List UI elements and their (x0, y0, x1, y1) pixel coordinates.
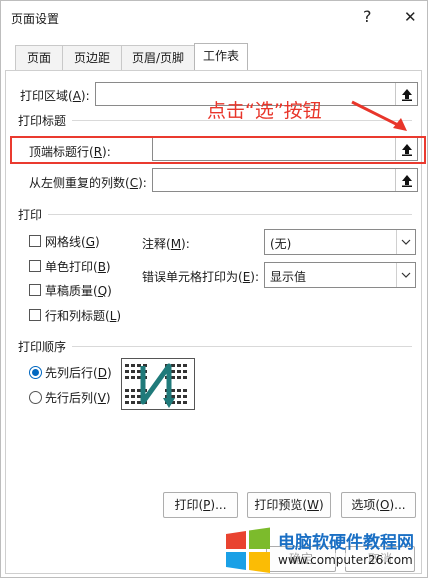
collapse-arrow-icon (401, 174, 412, 187)
help-button[interactable]: ? (363, 7, 372, 27)
row-col-headings-label: 行和列标题(L) (45, 309, 122, 323)
highlight-box (10, 136, 426, 164)
title-bar: 页面设置 ? ✕ (1, 1, 427, 35)
print-heading: 打印 (18, 208, 43, 222)
tab-header-footer[interactable]: 页眉/页脚 (121, 45, 195, 70)
over-then-down-radio[interactable] (29, 391, 42, 404)
over-then-down-label: 先行后列(V) (45, 391, 111, 405)
comments-select-value: (无) (270, 237, 292, 251)
down-then-over-radio[interactable] (29, 366, 42, 379)
print-button[interactable]: 打印(P)... (163, 492, 238, 518)
gridlines-label: 网格线(G) (45, 235, 100, 249)
comments-select[interactable]: (无) (264, 229, 416, 255)
black-white-checkbox[interactable] (29, 260, 41, 272)
cell-errors-label: 错误单元格打印为(E): (142, 270, 260, 284)
columns-to-repeat-label: 从左侧重复的列数(C): (29, 176, 147, 190)
options-button[interactable]: 选项(O)... (341, 492, 416, 518)
tab-sheet[interactable]: 工作表 (194, 43, 248, 71)
print-area-label: 打印区域(A): (20, 89, 90, 103)
print-preview-button[interactable]: 打印预览(W) (247, 492, 331, 518)
row-col-headings-checkbox[interactable] (29, 309, 41, 321)
watermark-title: 电脑软硬件教程网 (278, 533, 414, 553)
draft-quality-label: 草稿质量(Q) (45, 284, 112, 298)
section-divider (48, 214, 412, 215)
chevron-down-icon (396, 230, 415, 254)
annotation-text: 点击“选”按钮 (207, 100, 322, 122)
cell-errors-select[interactable]: 显示值 (264, 262, 416, 288)
gridlines-checkbox[interactable] (29, 235, 41, 247)
print-titles-heading: 打印标题 (18, 114, 67, 128)
tab-page[interactable]: 页面 (15, 45, 63, 70)
close-button[interactable]: ✕ (404, 7, 417, 27)
annotation-arrow-icon (351, 100, 407, 131)
watermark-url: www.computer26.com (278, 553, 413, 567)
page-order-heading: 打印顺序 (18, 340, 67, 354)
columns-to-repeat-input[interactable] (152, 168, 418, 192)
draft-quality-checkbox[interactable] (29, 284, 41, 296)
chevron-down-icon (396, 263, 415, 287)
cols-collapse-button[interactable] (395, 169, 417, 191)
page-order-preview-icon (121, 358, 195, 410)
black-white-label: 单色打印(B) (45, 260, 111, 274)
tab-margins[interactable]: 页边距 (62, 45, 122, 70)
down-then-over-label: 先列后行(D) (45, 366, 112, 380)
section-divider (72, 346, 412, 347)
dialog-title: 页面设置 (11, 12, 60, 26)
cell-errors-select-value: 显示值 (270, 270, 307, 284)
watermark: 电脑软硬件教程网 www.computer26.com (222, 520, 428, 578)
windows-logo-icon (226, 527, 270, 573)
comments-label: 注释(M): (142, 237, 190, 251)
